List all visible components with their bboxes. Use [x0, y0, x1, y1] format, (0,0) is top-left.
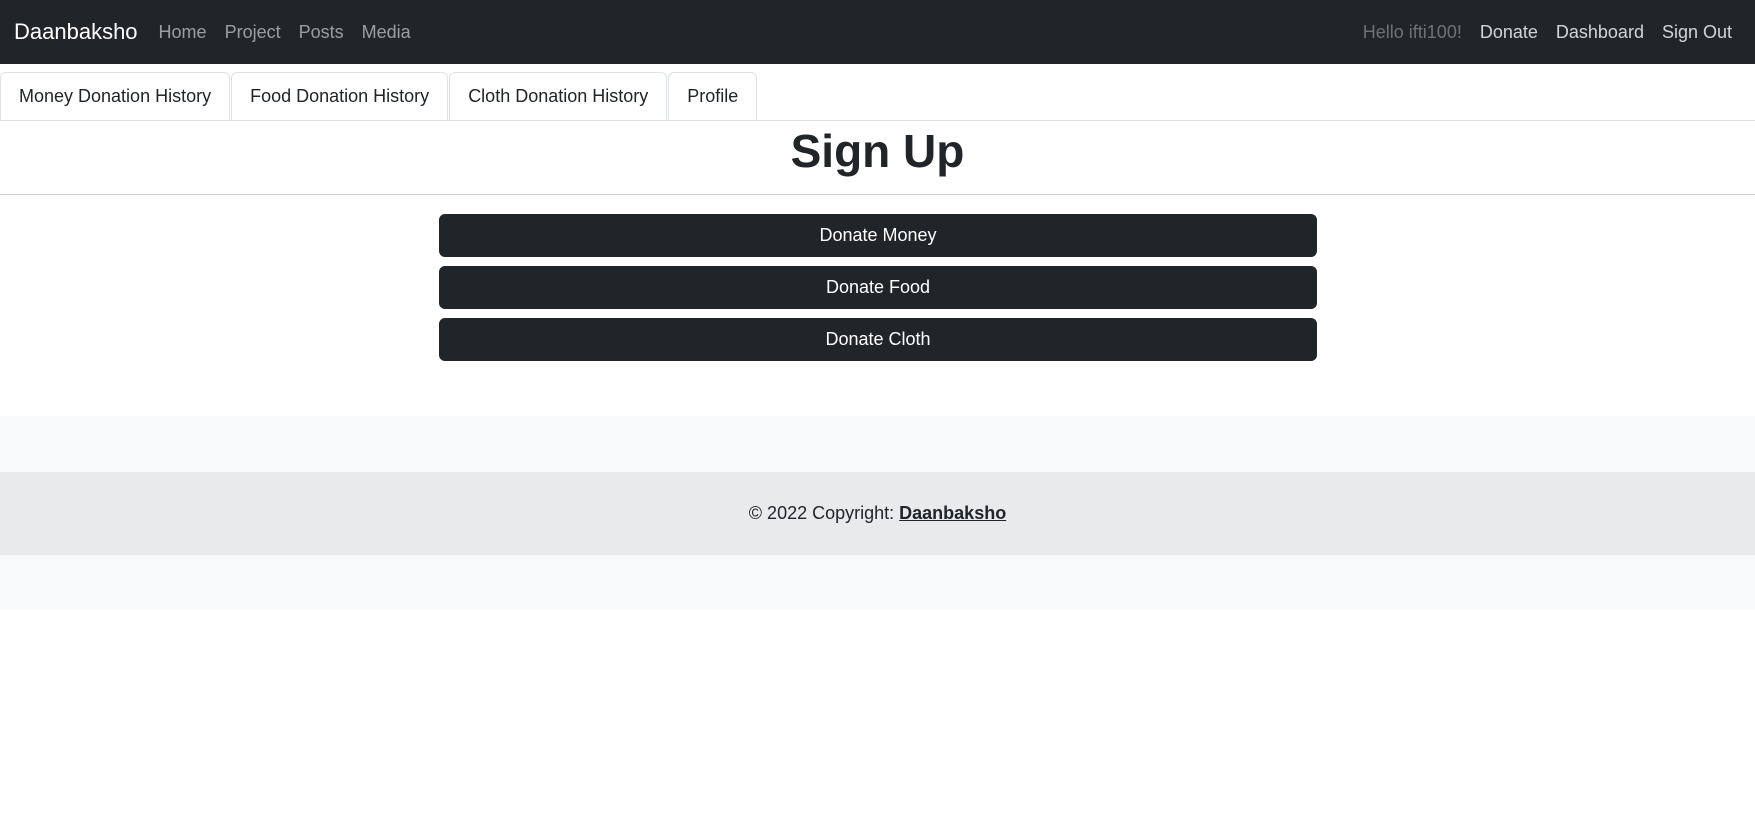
nav-link-donate[interactable]: Donate	[1471, 22, 1547, 43]
tab-money-donation-history[interactable]: Money Donation History	[0, 72, 231, 120]
tab-cloth-donation-history[interactable]: Cloth Donation History	[449, 72, 668, 120]
nav-link-sign-out[interactable]: Sign Out	[1653, 22, 1741, 43]
user-greeting: Hello ifti100!	[1362, 21, 1462, 42]
nav-left-group: Daanbaksho Home Project Posts Media	[14, 19, 420, 45]
copyright-text: © 2022 Copyright:	[748, 503, 895, 523]
title-divider	[0, 194, 1755, 195]
page-title: Sign Up	[790, 125, 965, 177]
donate-cloth-button[interactable]: Donate Cloth	[439, 318, 1317, 361]
nav-link-media[interactable]: Media	[353, 22, 420, 43]
nav-link-posts[interactable]: Posts	[290, 22, 353, 43]
history-tabs: Money Donation History Food Donation His…	[0, 72, 1755, 121]
footer-brand-link[interactable]: Daanbaksho	[899, 503, 1006, 524]
tab-profile[interactable]: Profile	[668, 72, 758, 120]
nav-link-dashboard[interactable]: Dashboard	[1547, 22, 1653, 43]
donate-money-button[interactable]: Donate Money	[439, 214, 1317, 257]
page-footer: © 2022 Copyright: Daanbaksho	[0, 416, 1755, 610]
nav-link-project[interactable]: Project	[216, 22, 290, 43]
footer-copyright-bar: © 2022 Copyright: Daanbaksho	[0, 472, 1755, 555]
brand-logo-link[interactable]: Daanbaksho	[14, 19, 138, 45]
top-navbar: Daanbaksho Home Project Posts Media Hell…	[0, 0, 1755, 64]
nav-link-home[interactable]: Home	[150, 22, 216, 43]
nav-right-group: Hello ifti100! Donate Dashboard Sign Out	[1354, 22, 1741, 43]
donate-food-button[interactable]: Donate Food	[439, 266, 1317, 309]
tab-food-donation-history[interactable]: Food Donation History	[231, 72, 449, 120]
